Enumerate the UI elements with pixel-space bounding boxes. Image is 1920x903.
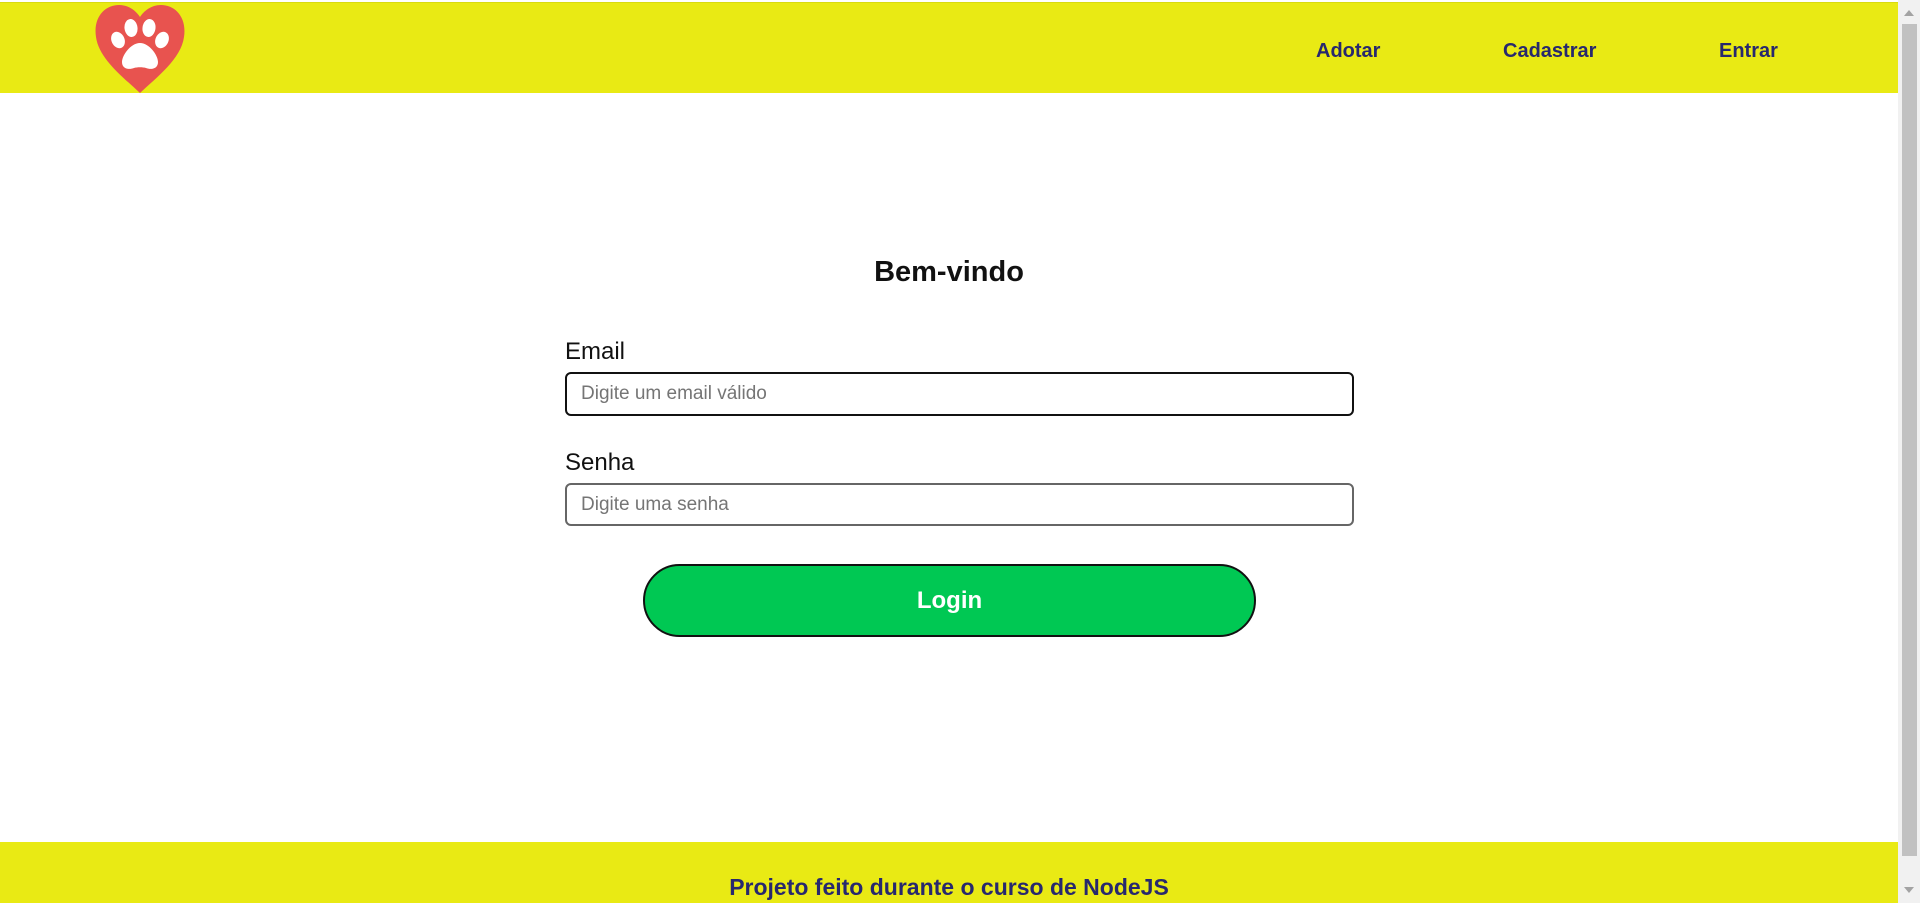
email-field[interactable]	[565, 372, 1354, 416]
page: Adotar Cadastrar Entrar Bem-vindo Email …	[0, 0, 1920, 903]
nav-links: Adotar Cadastrar Entrar	[0, 3, 1898, 93]
nav-link-adotar[interactable]: Adotar	[1316, 39, 1380, 63]
password-field[interactable]	[565, 483, 1354, 526]
email-label: Email	[565, 338, 626, 365]
main-content: Bem-vindo Email Senha Login	[0, 93, 1898, 842]
password-label: Senha	[565, 449, 635, 476]
scroll-up-arrow-icon[interactable]	[1898, 4, 1920, 22]
scroll-thumb[interactable]	[1902, 24, 1917, 856]
footer: Projeto feito durante o curso de NodeJS	[0, 842, 1898, 903]
navbar: Adotar Cadastrar Entrar	[0, 2, 1898, 93]
email-group: Email	[565, 338, 1354, 416]
password-group: Senha	[565, 449, 1354, 526]
vertical-scrollbar[interactable]	[1898, 0, 1920, 903]
nav-link-entrar[interactable]: Entrar	[1719, 39, 1778, 63]
scroll-down-arrow-icon[interactable]	[1898, 881, 1920, 899]
page-title: Bem-vindo	[874, 256, 1024, 288]
footer-text: Projeto feito durante o curso de NodeJS	[729, 874, 1169, 900]
login-button[interactable]: Login	[643, 564, 1256, 637]
nav-link-cadastrar[interactable]: Cadastrar	[1503, 39, 1596, 63]
